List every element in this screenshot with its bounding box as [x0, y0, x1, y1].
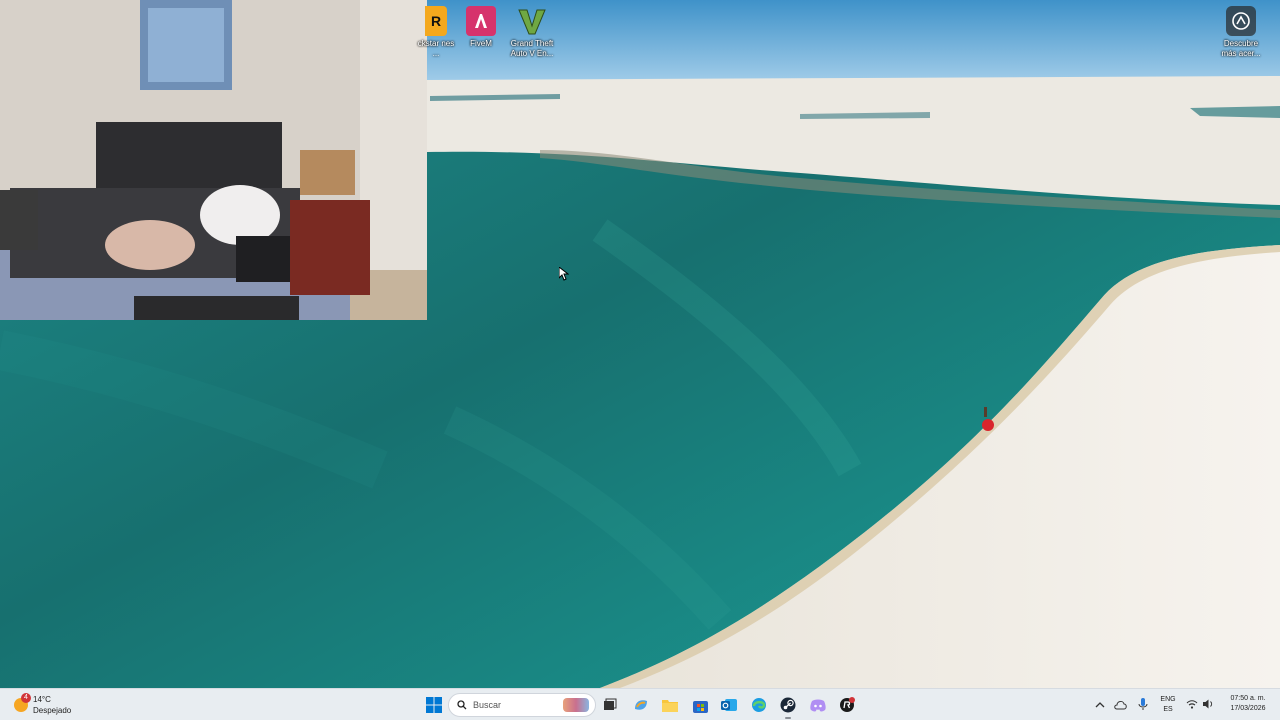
quick-settings[interactable] — [1186, 698, 1216, 712]
fivem-icon — [466, 6, 496, 36]
search-icon — [457, 700, 467, 710]
discord-button[interactable] — [806, 693, 830, 717]
discover-icon — [1226, 6, 1256, 36]
wifi-icon — [1186, 700, 1198, 709]
language-code: ENG — [1160, 696, 1176, 703]
desktop-icon-label: Grand Theft Auto V En... — [510, 39, 554, 58]
microphone-icon[interactable] — [1138, 697, 1148, 716]
weather-widget[interactable]: 4 14°C Despejado — [12, 692, 92, 718]
copilot-button[interactable] — [629, 693, 653, 717]
clock-date: 17/03/2026 — [1230, 705, 1266, 712]
outlook-button[interactable] — [717, 693, 741, 717]
desktop-icon-gta-v[interactable]: Grand Theft Auto V En... — [504, 6, 560, 59]
taskbar: 4 14°C Despejado Buscar ENG ES 07:50 a. … — [0, 688, 1280, 720]
active-indicator — [785, 717, 791, 719]
search-placeholder: Buscar — [473, 700, 502, 710]
desktop-icon-label: Descubre más acer... — [1221, 39, 1261, 58]
weather-condition: Despejado — [33, 706, 72, 715]
folder-icon — [662, 700, 678, 712]
rockstar-taskbar-icon — [840, 697, 855, 712]
onedrive-cloud-icon[interactable] — [1114, 698, 1128, 716]
rockstar-taskbar-button[interactable] — [835, 693, 859, 717]
windows-start-icon — [426, 697, 442, 713]
desktop-icon-label: FiveM — [470, 39, 492, 48]
clock[interactable]: 07:50 a. m. 17/03/2026 — [1222, 694, 1274, 714]
copilot-icon — [635, 700, 647, 710]
task-view-icon — [604, 698, 617, 710]
volume-icon — [1203, 699, 1213, 709]
discord-icon — [810, 699, 826, 712]
file-explorer-button[interactable] — [658, 693, 682, 717]
gta-v-icon — [517, 6, 547, 36]
clock-time: 07:50 a. m. — [1230, 695, 1266, 702]
weather-badge: 4 — [21, 693, 31, 703]
steam-icon — [780, 697, 796, 713]
desktop-icon-discover[interactable]: Descubre más acer... — [1213, 6, 1269, 59]
outlook-icon — [721, 699, 737, 711]
keyboard-layout-code: ES — [1163, 706, 1173, 713]
mouse-cursor-icon — [558, 265, 570, 286]
tray-overflow-chevron-icon[interactable] — [1094, 698, 1106, 710]
rockstar-icon: R — [425, 6, 447, 36]
edge-button[interactable] — [747, 693, 771, 717]
steam-button[interactable] — [776, 693, 800, 719]
webcam-overlay — [0, 0, 427, 320]
search-highlight-icon — [563, 698, 589, 712]
desktop-icon-rockstar[interactable]: R ckstar nes ... — [418, 6, 454, 59]
language-indicator[interactable]: ENG ES — [1156, 695, 1180, 715]
task-view-button[interactable] — [598, 693, 622, 717]
desktop-icon-label: ckstar nes ... — [417, 39, 455, 58]
taskbar-search-box[interactable]: Buscar — [448, 693, 596, 717]
desktop-icon-fivem[interactable]: FiveM — [453, 6, 509, 49]
start-button[interactable] — [422, 693, 446, 717]
edge-icon — [752, 698, 766, 712]
store-icon — [692, 700, 708, 713]
microsoft-store-button[interactable] — [688, 693, 712, 717]
weather-temp: 14°C — [33, 695, 51, 704]
